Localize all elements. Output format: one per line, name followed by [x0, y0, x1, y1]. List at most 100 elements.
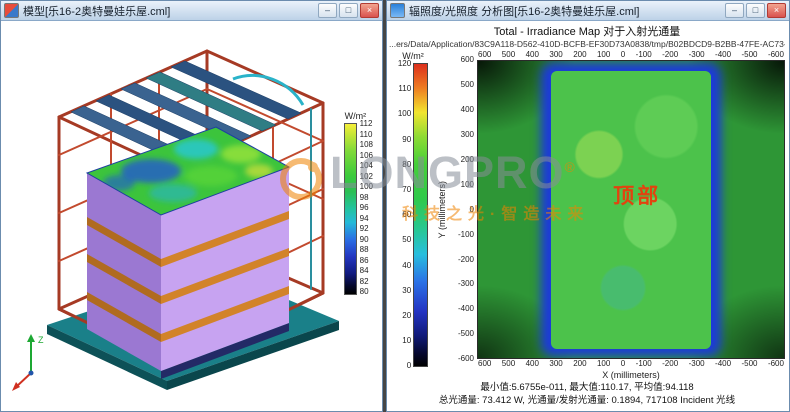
x-tick: 600 [478, 360, 491, 368]
x-tick: -100 [636, 360, 652, 368]
legend-tick: 110 [360, 131, 373, 139]
y-tick: 500 [461, 81, 474, 89]
y-axis-ticks: 600 500 400 300 200 100 0 -100 -200 -300 -400 -500 -… [449, 56, 477, 363]
colorbar-tick: 60 [402, 211, 411, 219]
close-button[interactable]: × [767, 3, 786, 18]
y-tick: -300 [458, 280, 474, 288]
x-tick: 100 [597, 51, 610, 59]
y-tick: 600 [461, 56, 474, 64]
legend-tick: 86 [360, 257, 373, 265]
minimize-button[interactable]: – [318, 3, 337, 18]
x-axis-ticks-bottom: 6005004003002001000-100-200-300-400-500-… [477, 359, 785, 369]
legend-tick-labels: 1121101081061041021009896949290888684828… [360, 120, 373, 296]
y-tick: 100 [461, 181, 474, 189]
y-tick: 300 [461, 131, 474, 139]
y-tick: 0 [470, 206, 474, 214]
x-tick: 500 [502, 51, 515, 59]
y-tick: -500 [458, 330, 474, 338]
colorbar-tick: 20 [402, 312, 411, 320]
colorbar [413, 63, 428, 367]
map-window-titlebar[interactable]: 辐照度/光照度 分析图[乐16-2奥特曼娃乐屋.cml] – □ × [387, 1, 789, 21]
y-tick: 200 [461, 156, 474, 164]
minimize-button[interactable]: – [725, 3, 744, 18]
map-statistics: 最小值:5.6755e-011, 最大值:110.17, 平均值:94.118 … [389, 382, 785, 408]
close-button[interactable]: × [360, 3, 379, 18]
colorbar-tick: 40 [402, 262, 411, 270]
x-axis-label: X (millimeters) [477, 369, 785, 381]
model-window-controls: – □ × [318, 3, 379, 18]
x-tick: -100 [636, 51, 652, 59]
model-3d-scene[interactable]: Z [1, 21, 382, 411]
map-colorbar-column: W/m² 1201101009080706050403020100 [389, 50, 437, 381]
y-tick: -200 [458, 256, 474, 264]
x-tick: 0 [621, 360, 625, 368]
z-axis-label: Z [38, 335, 44, 345]
x-tick: -600 [768, 51, 784, 59]
legend-tick: 102 [360, 173, 373, 181]
x-tick: 200 [573, 360, 586, 368]
y-tick: -100 [458, 231, 474, 239]
x-tick: 600 [478, 51, 491, 59]
x-tick: 300 [549, 360, 562, 368]
irradiance-map-window: 辐照度/光照度 分析图[乐16-2奥特曼娃乐屋.cml] – □ × Total… [386, 0, 790, 412]
colorbar-tick: 100 [398, 110, 411, 118]
map-title: Total - Irradiance Map 对于入射光通量 [389, 23, 785, 39]
legend-tick: 108 [360, 141, 373, 149]
legend-tick: 80 [360, 288, 373, 296]
legend-tick: 100 [360, 183, 373, 191]
legend-tick: 112 [360, 120, 373, 128]
x-tick: -200 [662, 360, 678, 368]
legend-tick: 82 [360, 278, 373, 286]
colorbar-tick: 50 [402, 236, 411, 244]
legend-tick: 98 [360, 194, 373, 202]
colorbar-tick: 110 [398, 85, 411, 93]
x-tick: 500 [502, 360, 515, 368]
colorbar-tick: 10 [402, 337, 411, 345]
x-tick: -400 [715, 360, 731, 368]
legend-colorbar [344, 123, 357, 295]
x-tick: -300 [689, 51, 705, 59]
y-tick: -400 [458, 305, 474, 313]
irradiance-map-plot[interactable]: 顶部 [477, 60, 785, 359]
region-annotation: 顶部 [613, 180, 661, 210]
x-tick: 300 [549, 51, 562, 59]
x-tick: 400 [526, 360, 539, 368]
irradiance-plot-grid: 600 500 400 300 200 100 0 -100 -200 -300 -400 -500 -… [437, 50, 785, 381]
y-tick: -600 [458, 355, 474, 363]
colorbar-tick: 0 [407, 362, 411, 370]
colorbar-tick: 120 [398, 60, 411, 68]
colorbar-tick: 30 [402, 287, 411, 295]
colorbar-tick: 90 [402, 136, 411, 144]
y-tick: 400 [461, 106, 474, 114]
legend-tick: 104 [360, 162, 373, 170]
irradiance-legend: W/m² 11211010810610410210098969492908886… [344, 111, 373, 296]
legend-tick: 88 [360, 246, 373, 254]
model-window: 模型[乐16-2奥特曼娃乐屋.cml] – □ × [0, 0, 383, 412]
model-viewport[interactable]: Z W/m² 112110108106104102100989694929088… [1, 21, 382, 411]
x-tick: -300 [689, 360, 705, 368]
model-window-icon [4, 3, 19, 18]
x-tick: -200 [662, 51, 678, 59]
maximize-button[interactable]: □ [746, 3, 765, 18]
x-tick: -600 [768, 360, 784, 368]
legend-tick: 84 [360, 267, 373, 275]
model-window-titlebar[interactable]: 模型[乐16-2奥特曼娃乐屋.cml] – □ × [1, 1, 382, 21]
map-file-path: ...ers/Data/Application/83C9A118-D562-41… [389, 39, 785, 49]
x-tick: -500 [741, 51, 757, 59]
x-tick: -500 [741, 360, 757, 368]
stats-line-2: 总光通量: 73.412 W, 光通量/发射光通量: 0.1894, 71710… [389, 395, 785, 408]
axis-triad: Z [12, 334, 44, 391]
maximize-button[interactable]: □ [339, 3, 358, 18]
colorbar-tick: 70 [402, 186, 411, 194]
y-axis-label: Y (millimeters) [437, 60, 449, 359]
legend-tick: 106 [360, 152, 373, 160]
model-window-title: 模型[乐16-2奥特曼娃乐屋.cml] [23, 3, 314, 19]
x-tick: 200 [573, 51, 586, 59]
x-axis-ticks-top: 6005004003002001000-100-200-300-400-500-… [477, 50, 785, 60]
map-window-title: 辐照度/光照度 分析图[乐16-2奥特曼娃乐屋.cml] [409, 3, 721, 19]
legend-tick: 94 [360, 215, 373, 223]
stats-line-1: 最小值:5.6755e-011, 最大值:110.17, 平均值:94.118 [389, 382, 785, 395]
map-window-icon [390, 3, 405, 18]
x-tick: 0 [621, 51, 625, 59]
colorbar-tick: 80 [402, 161, 411, 169]
